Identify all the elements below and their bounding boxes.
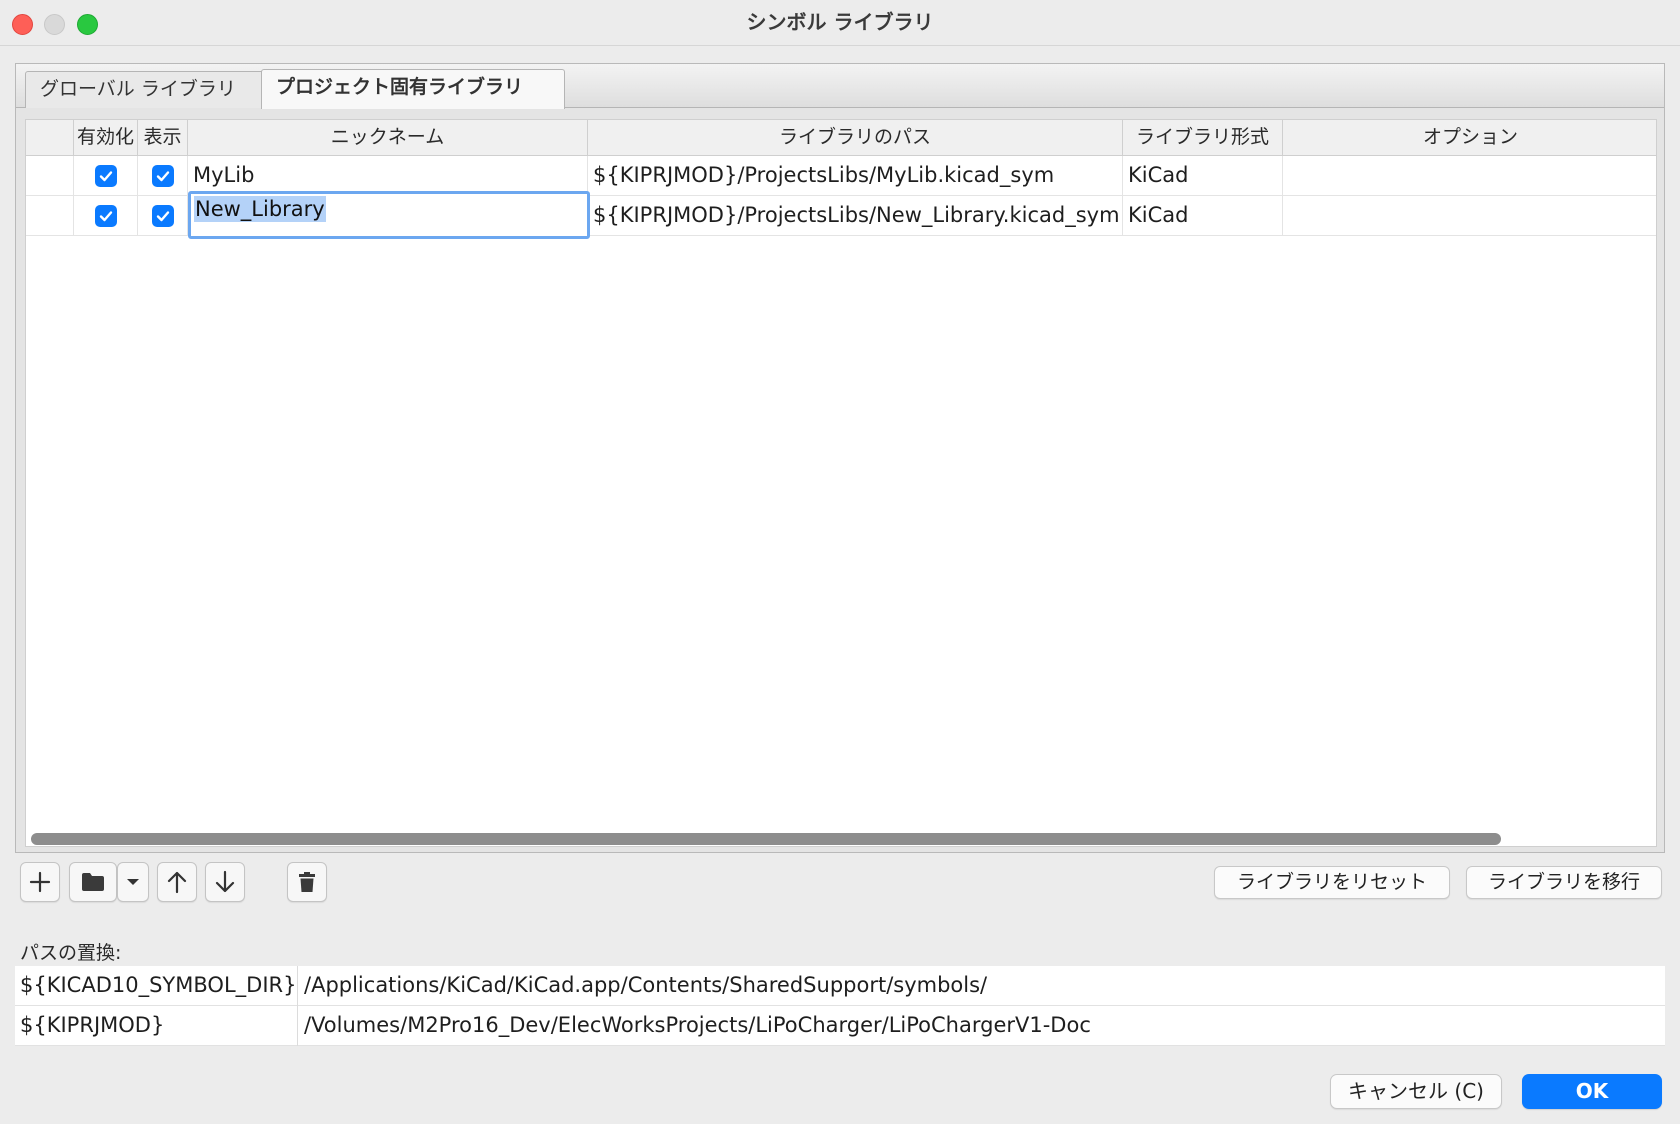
format-cell[interactable]: KiCad xyxy=(1123,196,1283,236)
trash-icon xyxy=(299,872,315,892)
substitution-variable[interactable]: ${KIPRJMOD} xyxy=(15,1006,298,1046)
library-notebook: グローバル ライブラリ プロジェクト固有ライブラリ 有効化 表示 ニックネーム … xyxy=(15,63,1665,853)
options-cell[interactable] xyxy=(1283,196,1656,236)
substitution-variable[interactable]: ${KICAD10_SYMBOL_DIR} xyxy=(15,966,298,1006)
browse-library-button[interactable] xyxy=(69,862,117,902)
enabled-checkbox[interactable] xyxy=(95,205,117,227)
column-header-enabled[interactable]: 有効化 xyxy=(74,120,138,156)
visible-checkbox[interactable] xyxy=(152,165,174,187)
substitution-path[interactable]: /Applications/KiCad/KiCad.app/Contents/S… xyxy=(298,966,987,1006)
tab-project-libraries[interactable]: プロジェクト固有ライブラリ xyxy=(261,69,565,109)
library-table: 有効化 表示 ニックネーム ライブラリのパス ライブラリ形式 オプション MyL… xyxy=(25,119,1657,847)
nickname-cell[interactable]: MyLib xyxy=(188,156,588,196)
selected-text[interactable]: New_Library xyxy=(194,196,326,222)
table-header: 有効化 表示 ニックネーム ライブラリのパス ライブラリ形式 オプション xyxy=(26,120,1656,156)
format-cell[interactable]: KiCad xyxy=(1123,156,1283,196)
column-header-visible[interactable]: 表示 xyxy=(138,120,188,156)
move-up-button[interactable] xyxy=(157,862,197,902)
window-title: シンボル ライブラリ xyxy=(746,10,934,34)
path-cell[interactable]: ${KIPRJMOD}/ProjectsLibs/New_Library.kic… xyxy=(588,196,1123,236)
plus-icon xyxy=(29,871,51,893)
checkmark-icon xyxy=(156,171,170,182)
horizontal-scrollbar[interactable] xyxy=(31,833,1501,845)
checkmark-icon xyxy=(99,211,113,222)
column-header-path[interactable]: ライブラリのパス xyxy=(588,120,1123,156)
substitution-path[interactable]: /Volumes/M2Pro16_Dev/ElecWorksProjects/L… xyxy=(298,1006,1091,1046)
row-label[interactable] xyxy=(26,156,74,196)
options-cell[interactable] xyxy=(1283,156,1656,196)
substitution-row[interactable]: ${KICAD10_SYMBOL_DIR} /Applications/KiCa… xyxy=(15,966,1665,1006)
table-row[interactable]: MyLib ${KIPRJMOD}/ProjectsLibs/MyLib.kic… xyxy=(26,156,1656,196)
nickname-edit-field[interactable]: New_Library xyxy=(188,191,590,239)
column-header-nickname[interactable]: ニックネーム xyxy=(188,120,588,156)
column-header-format[interactable]: ライブラリ形式 xyxy=(1123,120,1283,156)
tab-strip: グローバル ライブラリ プロジェクト固有ライブラリ xyxy=(16,64,1664,109)
enabled-cell[interactable] xyxy=(74,156,138,196)
cancel-button[interactable]: キャンセル (C) xyxy=(1330,1074,1502,1109)
checkmark-icon xyxy=(99,171,113,182)
path-substitutions-label: パスの置換: xyxy=(20,942,122,964)
table-row[interactable]: ${KIPRJMOD}/ProjectsLibs/New_Library.kic… xyxy=(26,191,1656,239)
enabled-cell[interactable] xyxy=(74,196,138,236)
tab-global-libraries[interactable]: グローバル ライブラリ xyxy=(25,71,265,108)
reset-libraries-button[interactable]: ライブラリをリセット xyxy=(1214,866,1450,899)
migrate-libraries-button[interactable]: ライブラリを移行 xyxy=(1466,866,1662,899)
arrow-up-icon xyxy=(167,871,187,894)
substitution-row[interactable]: ${KIPRJMOD} /Volumes/M2Pro16_Dev/ElecWor… xyxy=(15,1006,1665,1046)
delete-library-button[interactable] xyxy=(287,862,327,902)
checkmark-icon xyxy=(156,211,170,222)
visible-cell[interactable] xyxy=(138,156,188,196)
folder-icon xyxy=(82,873,104,891)
add-library-button[interactable] xyxy=(20,862,60,902)
dropdown-icon xyxy=(127,879,139,885)
enabled-checkbox[interactable] xyxy=(95,165,117,187)
row-label[interactable] xyxy=(26,196,74,236)
title-bar: シンボル ライブラリ xyxy=(0,0,1680,46)
column-header-options[interactable]: オプション xyxy=(1283,120,1656,156)
visible-checkbox[interactable] xyxy=(152,205,174,227)
visible-cell[interactable] xyxy=(138,196,188,236)
path-cell[interactable]: ${KIPRJMOD}/ProjectsLibs/MyLib.kicad_sym xyxy=(588,156,1123,196)
arrow-down-icon xyxy=(215,870,235,893)
ok-button[interactable]: OK xyxy=(1522,1074,1662,1109)
browse-library-dropdown[interactable] xyxy=(117,862,149,902)
move-down-button[interactable] xyxy=(205,862,245,902)
row-label-header xyxy=(26,120,74,156)
